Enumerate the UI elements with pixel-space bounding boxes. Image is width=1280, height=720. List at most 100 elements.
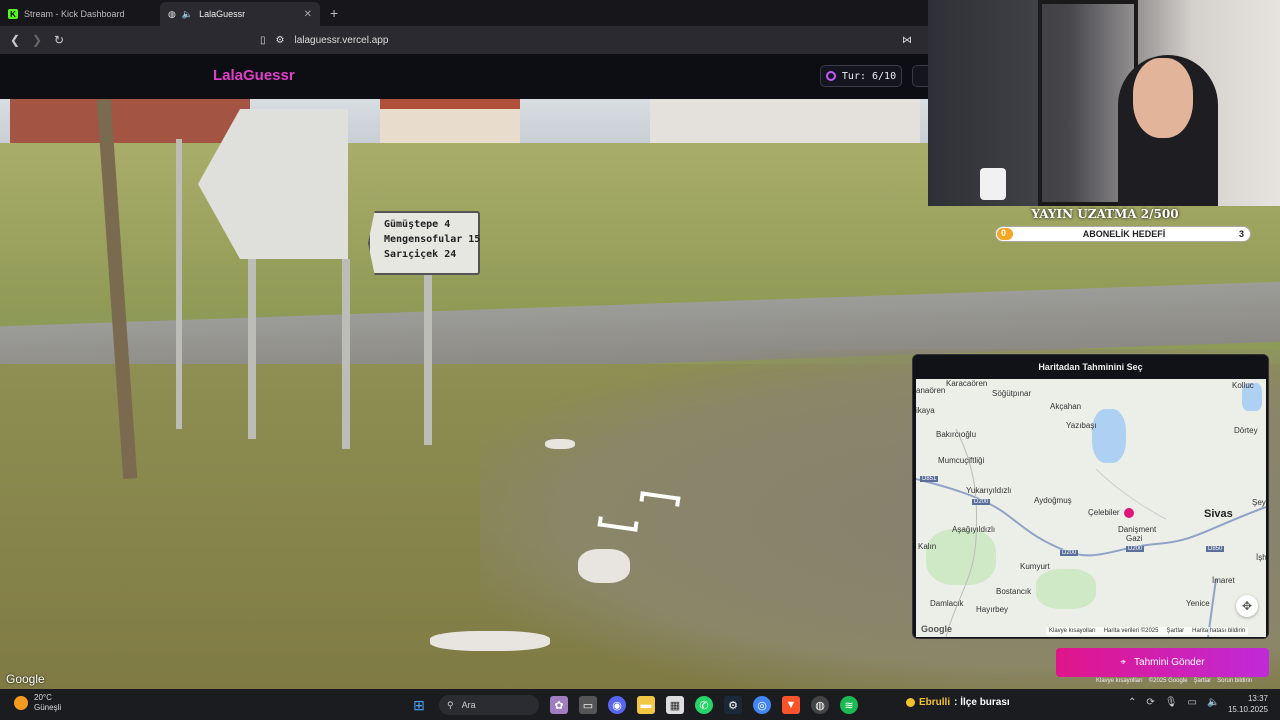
taskbar-search[interactable]: ⚲ Ara <box>439 695 539 715</box>
sign-line: Sarıçiçek 24 <box>384 249 457 260</box>
discord-icon[interactable]: ◉ <box>608 696 626 714</box>
keyboard-shortcuts-link[interactable]: Klavye kısayolları <box>1049 628 1096 634</box>
place-label: Gazi <box>1126 534 1143 543</box>
speaker-icon: 🔈 <box>181 8 194 19</box>
google-watermark: Google <box>6 672 45 686</box>
place-label: Söğütpınar <box>992 389 1032 398</box>
browser-tab-bar: K Stream - Kick Dashboard ◍ 🔈 LalaGuessr… <box>0 0 928 26</box>
map-pin-icon: ⌖ <box>1120 657 1127 668</box>
task-view-icon[interactable]: ▭ <box>579 696 597 714</box>
reload-icon[interactable]: ↻ <box>48 33 70 47</box>
subscription-goal-bar: 0 ABONELİK HEDEFİ 3 <box>995 226 1251 242</box>
forward-icon[interactable]: ❯ <box>26 33 48 47</box>
place-label: Bostancık <box>996 587 1032 596</box>
trash-bag <box>578 549 630 583</box>
weather-condition: Güneşli <box>34 703 62 712</box>
site-info-icon[interactable]: ⚙ <box>276 35 285 46</box>
place-label: Çelebiler <box>1088 508 1120 517</box>
report-error-link[interactable]: Harita hatası bildirin <box>1192 628 1245 634</box>
place-label: Kumyurt <box>1020 562 1050 571</box>
building <box>380 99 520 147</box>
weather-widget[interactable]: 20°C Güneşli <box>14 693 61 713</box>
file-explorer-icon[interactable]: ▬ <box>637 696 655 714</box>
trash-bag <box>430 631 550 651</box>
place-label: Yazıbaşı <box>1066 421 1097 430</box>
taskbar-apps: ⊞ ⚲ Ara ✿ ▭ ◉ ▬ ▦ ✆ ⚙ ◎ ▼ ◍ ≋ <box>410 695 858 715</box>
site-header: LalaGuessr Tur: 6/10 <box>0 54 932 99</box>
goal-label: ABONELİK HEDEFİ <box>1082 229 1166 239</box>
date: 15.10.2025 <box>1227 705 1268 714</box>
kick-icon: K <box>8 9 18 19</box>
windows-taskbar: 20°C Güneşli ⊞ ⚲ Ara ✿ ▭ ◉ ▬ ▦ ✆ ⚙ ◎ ▼ ◍… <box>0 689 1280 720</box>
windows-start-icon[interactable]: ⊞ <box>410 696 428 714</box>
place-label: ikaya <box>916 406 935 415</box>
bookmark-icon[interactable]: ▯ <box>260 35 266 46</box>
place-label: İşh <box>1256 553 1266 562</box>
road-label: D850 <box>1206 546 1225 552</box>
keyboard-shortcuts-link[interactable]: Klavye kısayolları <box>1096 678 1143 684</box>
place-label: Şeyh <box>1252 498 1266 507</box>
place-label: Aydoğmuş <box>1034 496 1072 505</box>
clock[interactable]: 13:37 15.10.2025 <box>1228 693 1268 715</box>
tab-title: LalaGuessr <box>199 9 246 19</box>
round-counter: Tur: 6/10 <box>820 65 902 87</box>
submit-guess-label: Tahmini Gönder <box>1134 657 1205 668</box>
sign-line: Mengensofular 15 <box>384 234 481 245</box>
goal-target: 3 <box>1238 229 1244 239</box>
address-bar: ❮ ❯ ↻ ▯ ⚙ lalaguessr.vercel.app ⋈ <box>0 26 928 54</box>
store-icon[interactable]: ▦ <box>666 696 684 714</box>
streetview-attribution: Klavye kısayolları ©2025 Google Şartlar … <box>1096 678 1252 684</box>
terms-link[interactable]: Şartlar <box>1166 628 1184 634</box>
whatsapp-icon[interactable]: ✆ <box>695 696 713 714</box>
url-text[interactable]: lalaguessr.vercel.app <box>294 35 388 46</box>
steam-icon[interactable]: ⚙ <box>724 696 742 714</box>
volume-icon[interactable]: 🔈 <box>1207 697 1219 708</box>
fullscreen-icon[interactable]: ✥ <box>1236 595 1258 617</box>
road-label: D200 <box>972 499 991 505</box>
widget-icon[interactable]: ✿ <box>550 696 568 714</box>
road-label: D200 <box>1126 546 1145 552</box>
tab-title: Stream - Kick Dashboard <box>24 9 125 19</box>
place-label: Yukarıyıldızlı <box>966 486 1012 495</box>
sign-pole <box>342 259 350 449</box>
chrome-icon[interactable]: ◎ <box>753 696 771 714</box>
globe-icon: ◍ <box>168 8 176 19</box>
back-icon[interactable]: ❮ <box>4 33 26 47</box>
guess-map[interactable]: Karacaören Söğütpınar Kolluc anaören Akç… <box>916 379 1266 637</box>
search-label: Ara <box>461 700 476 710</box>
close-tab-icon[interactable]: ✕ <box>304 9 312 20</box>
time: 13:37 <box>1247 694 1268 703</box>
place-label: Mumcuçiftliği <box>938 456 985 465</box>
stream-extension-title: YAYIN UZATMA 2/500 <box>1031 207 1179 221</box>
road-label: D200 <box>1060 550 1079 556</box>
building <box>650 99 920 143</box>
spotify-icon[interactable]: ≋ <box>840 696 858 714</box>
place-label: Hayırbey <box>976 605 1009 614</box>
system-tray: ⌃ ⟳ 🎙 ▭ 🔈 <box>1128 697 1219 708</box>
terms-link[interactable]: Şartlar <box>1193 678 1211 684</box>
tab-lalaguessr[interactable]: ◍ 🔈 LalaGuessr ✕ <box>160 2 320 26</box>
google-logo: Google <box>921 624 952 634</box>
place-label: Bakırcıoğlu <box>936 430 977 439</box>
guess-marker[interactable] <box>1124 508 1134 518</box>
guess-map-panel: Haritadan Tahminini Seç Karacaören Söğüt… <box>912 354 1269 639</box>
webcam-feed <box>928 0 1280 206</box>
streamer-head <box>1133 58 1193 138</box>
brave-icon[interactable]: ▼ <box>782 696 800 714</box>
new-tab-button[interactable]: + <box>330 5 338 21</box>
sign-pole <box>248 259 256 439</box>
report-problem-link[interactable]: Sorun bildirin <box>1217 678 1252 684</box>
site-logo[interactable]: LalaGuessr <box>213 67 295 84</box>
city-label-sivas: Sivas <box>1204 508 1233 520</box>
mic-icon[interactable]: 🎙 <box>1165 697 1178 708</box>
update-icon[interactable]: ⟳ <box>1146 697 1154 708</box>
app-icon[interactable]: ◍ <box>811 696 829 714</box>
mug <box>980 168 1006 200</box>
submit-guess-button[interactable]: ⌖ Tahmini Gönder <box>1056 648 1269 677</box>
extension-icon[interactable]: ⋈ <box>902 35 912 46</box>
place-label: Akçahan <box>1050 402 1082 411</box>
tab-kick-dashboard[interactable]: K Stream - Kick Dashboard <box>0 2 160 26</box>
chevron-up-icon[interactable]: ⌃ <box>1128 697 1136 708</box>
display-icon[interactable]: ▭ <box>1187 697 1196 708</box>
chat-username: Ebrulli <box>919 697 951 708</box>
